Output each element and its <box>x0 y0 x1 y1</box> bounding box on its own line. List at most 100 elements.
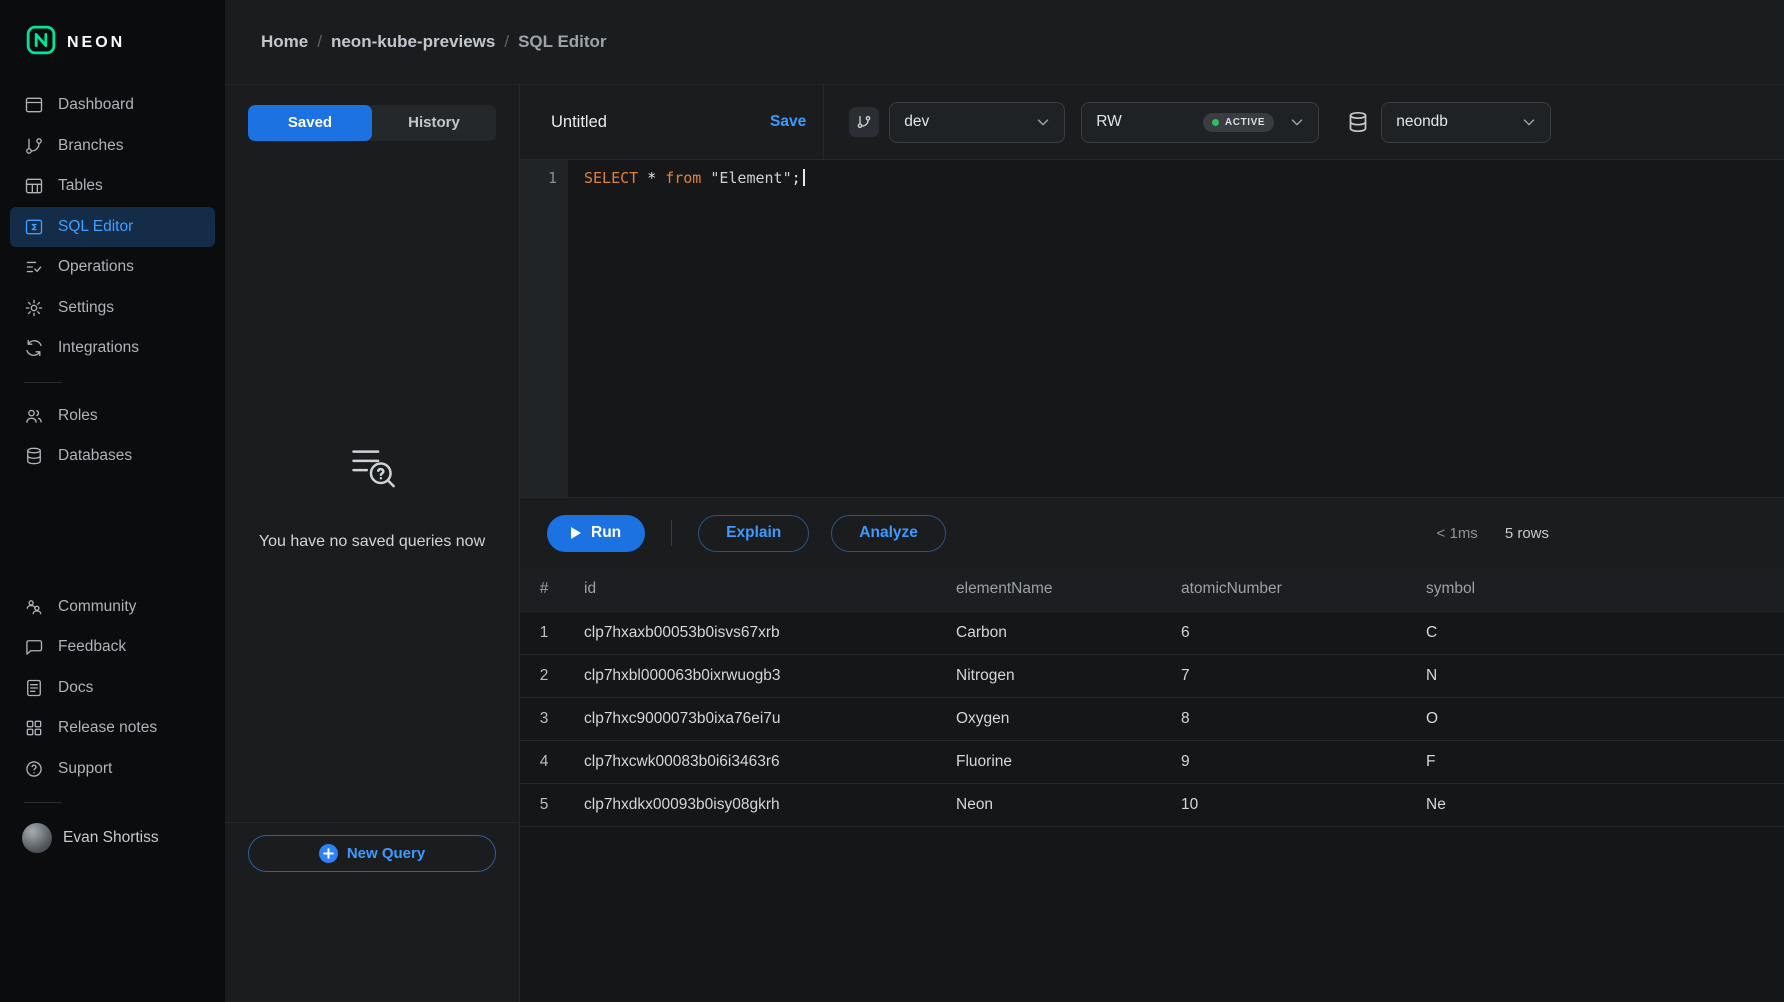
breadcrumb-project[interactable]: neon-kube-previews <box>331 32 495 52</box>
sidebar-item-label: Docs <box>58 679 93 697</box>
sidebar-item-databases[interactable]: Databases <box>10 436 215 477</box>
table-row[interactable]: 3 clp7hxc9000073b0ixa76ei7u Oxygen 8 O <box>520 697 1784 740</box>
sidebar-item-roles[interactable]: Roles <box>10 396 215 437</box>
sidebar-item-tables[interactable]: Tables <box>10 166 215 207</box>
query-duration: < 1ms <box>1437 525 1478 542</box>
column-header-index: # <box>520 568 568 611</box>
new-query-button[interactable]: New Query <box>248 835 496 872</box>
row-index-cell: 3 <box>520 697 568 740</box>
code-line[interactable]: SELECT*from"Element"; <box>568 160 1784 497</box>
sql-code-editor[interactable]: 1 SELECT*from"Element"; <box>520 160 1784 497</box>
play-icon <box>571 527 581 539</box>
chevron-down-icon <box>1520 113 1538 131</box>
user-menu[interactable]: Evan Shortiss <box>0 816 225 860</box>
column-header-elementName: elementName <box>940 568 1165 611</box>
sidebar-item-release-notes[interactable]: Release notes <box>10 708 215 749</box>
toolbar-divider <box>823 85 824 159</box>
sidebar-spacer <box>0 477 225 587</box>
sidebar-item-integrations[interactable]: Integrations <box>10 328 215 369</box>
release-notes-icon <box>24 718 44 738</box>
sidebar-divider <box>24 802 62 803</box>
sidebar-item-dashboard[interactable]: Dashboard <box>10 85 215 126</box>
empty-queries-icon <box>339 432 405 503</box>
chevron-down-icon <box>1034 113 1052 131</box>
id-cell: clp7hxcwk00083b0i6i3463r6 <box>568 740 940 783</box>
integrations-icon <box>24 338 44 358</box>
community-icon <box>24 597 44 617</box>
neon-logo[interactable]: NEON <box>0 0 225 85</box>
table-row[interactable]: 2 clp7hxbl000063b0ixrwuogb3 Nitrogen 7 N <box>520 654 1784 697</box>
breadcrumb-current-page: SQL Editor <box>518 32 606 52</box>
sidebar-item-sql-editor[interactable]: SQL Editor <box>10 207 215 248</box>
action-divider <box>671 520 672 546</box>
results-table: # id elementName atomicNumber symbol 1 c… <box>520 568 1784 827</box>
results-panel: # id elementName atomicNumber symbol 1 c… <box>520 568 1784 1002</box>
sidebar-item-label: Release notes <box>58 719 157 737</box>
sql-operator: * <box>647 169 656 187</box>
run-label: Run <box>591 524 621 542</box>
explain-button[interactable]: Explain <box>698 515 809 552</box>
sidebar-item-feedback[interactable]: Feedback <box>10 627 215 668</box>
empty-queries-message: You have no saved queries now <box>259 533 485 551</box>
row-index-cell: 1 <box>520 611 568 654</box>
queries-tabs: Saved History <box>248 105 496 141</box>
feedback-icon <box>24 637 44 657</box>
roles-icon <box>24 406 44 426</box>
sidebar-item-community[interactable]: Community <box>10 587 215 628</box>
id-cell: clp7hxc9000073b0ixa76ei7u <box>568 697 940 740</box>
atomicNumber-cell: 6 <box>1165 611 1410 654</box>
sidebar-item-docs[interactable]: Docs <box>10 668 215 709</box>
elementName-cell: Carbon <box>940 611 1165 654</box>
analyze-button[interactable]: Analyze <box>831 515 946 552</box>
editor-gutter: 1 <box>520 160 568 497</box>
table-row[interactable]: 4 clp7hxcwk00083b0i6i3463r6 Fluorine 9 F <box>520 740 1784 783</box>
query-stats: < 1ms 5 rows <box>1437 525 1784 542</box>
symbol-cell: C <box>1410 611 1784 654</box>
table-row[interactable]: 5 clp7hxdkx00093b0isy08gkrh Neon 10 Ne <box>520 783 1784 826</box>
sql-editor-icon <box>24 217 44 237</box>
table-row[interactable]: 1 clp7hxaxb00053b0isvs67xrb Carbon 6 C <box>520 611 1784 654</box>
symbol-cell: F <box>1410 740 1784 783</box>
tables-icon <box>24 176 44 196</box>
database-select[interactable]: neondb <box>1381 102 1551 143</box>
sidebar-item-label: Support <box>58 760 112 778</box>
sql-identifier: "Element" <box>710 169 791 187</box>
sidebar-nav: Dashboard Branches Tables SQL Editor <box>0 85 225 860</box>
query-title[interactable]: Untitled <box>551 113 770 132</box>
save-button[interactable]: Save <box>770 113 806 131</box>
plus-circle-icon <box>319 844 338 863</box>
sidebar-item-label: Settings <box>58 299 114 317</box>
row-index-cell: 2 <box>520 654 568 697</box>
atomicNumber-cell: 7 <box>1165 654 1410 697</box>
sidebar-item-support[interactable]: Support <box>10 749 215 790</box>
breadcrumb: Home / neon-kube-previews / SQL Editor <box>225 0 1784 85</box>
sql-keyword: from <box>665 169 701 187</box>
results-header-row: # id elementName atomicNumber symbol <box>520 568 1784 611</box>
queries-tabs-row: Saved History <box>225 85 519 160</box>
breadcrumb-home[interactable]: Home <box>261 32 308 52</box>
sidebar-item-label: Community <box>58 598 136 616</box>
compute-endpoint-select[interactable]: RW ACTIVE <box>1081 102 1319 143</box>
sidebar-item-label: Databases <box>58 447 132 465</box>
tab-history[interactable]: History <box>372 105 496 141</box>
line-number: 1 <box>548 169 557 187</box>
branch-select[interactable]: dev <box>889 102 1065 143</box>
row-index-cell: 4 <box>520 740 568 783</box>
elementName-cell: Fluorine <box>940 740 1165 783</box>
run-button[interactable]: Run <box>547 515 645 552</box>
user-name: Evan Shortiss <box>63 829 159 847</box>
sidebar-item-label: Branches <box>58 137 123 155</box>
sidebar-item-settings[interactable]: Settings <box>10 288 215 329</box>
database-select-value: neondb <box>1396 113 1448 131</box>
app-root: NEON Dashboard Branches Tables <box>0 0 1784 1002</box>
elementName-cell: Neon <box>940 783 1165 826</box>
queries-panel: Saved History You have no <box>225 85 520 1002</box>
query-action-bar: Run Explain Analyze < 1ms 5 rows <box>520 497 1784 568</box>
sql-keyword: SELECT <box>584 169 638 187</box>
sidebar-item-operations[interactable]: Operations <box>10 247 215 288</box>
databases-icon <box>24 446 44 466</box>
saved-queries-empty-state: You have no saved queries now <box>225 160 519 822</box>
symbol-cell: Ne <box>1410 783 1784 826</box>
sidebar-item-branches[interactable]: Branches <box>10 126 215 167</box>
tab-saved[interactable]: Saved <box>248 105 372 141</box>
